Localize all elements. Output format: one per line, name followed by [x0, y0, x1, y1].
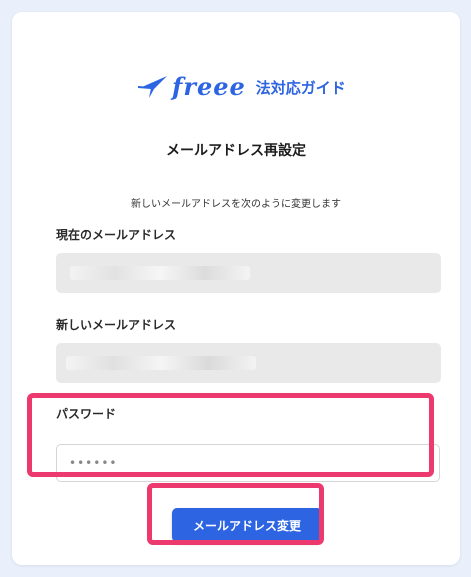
brand-suffix: 法対応ガイド: [255, 78, 346, 97]
bird-icon: [138, 76, 167, 98]
new-email-field: [56, 343, 441, 383]
password-highlight-box: [27, 393, 434, 477]
page-description: 新しいメールアドレスを次のように変更します: [131, 199, 341, 210]
new-email-label: 新しいメールアドレス: [56, 318, 177, 332]
brand-word: freee: [172, 72, 246, 101]
button-highlight-box: [147, 483, 324, 545]
current-email-field: [56, 253, 441, 293]
current-email-label: 現在のメールアドレス: [56, 228, 177, 242]
redacted-block: [70, 266, 250, 280]
page-title: メールアドレス再設定: [166, 143, 306, 159]
redacted-block: [66, 356, 256, 370]
freee-logo: freee 法対応ガイド: [138, 67, 346, 107]
